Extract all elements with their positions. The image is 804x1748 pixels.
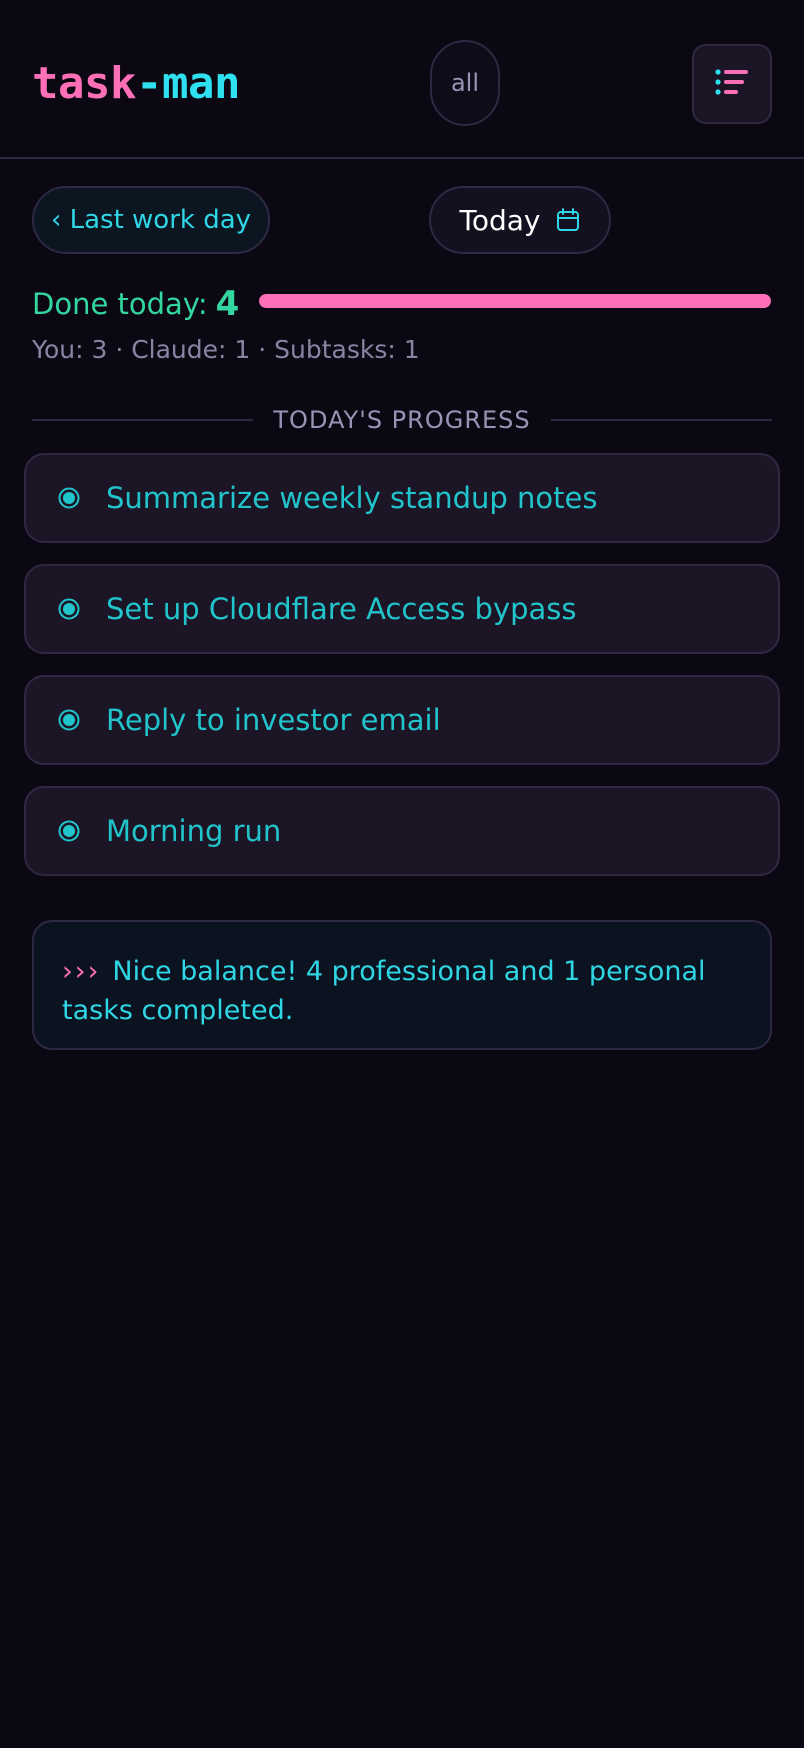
menu-button[interactable] [692, 44, 772, 124]
done-radio-icon [58, 487, 80, 509]
filter-toggle-button[interactable]: all [430, 40, 500, 126]
divider-line-right [550, 419, 773, 421]
daily-progress-bar [259, 294, 771, 308]
menu-list-icon [715, 68, 749, 100]
calendar-icon [557, 208, 580, 231]
done-radio-icon [58, 598, 80, 620]
filter-label: all [450, 69, 480, 97]
task-item[interactable]: Summarize weekly standup notes [24, 453, 780, 543]
insight-card: ››› Nice balance! 4 professional and 1 pe… [32, 920, 772, 1050]
divider-line-left [32, 419, 254, 421]
today-label: Today [459, 203, 541, 237]
task-label: Reply to investor email [106, 703, 441, 737]
section-divider: TODAY'S PROGRESS [32, 400, 773, 440]
app-logo[interactable]: task-man [32, 52, 240, 116]
insight-text: Nice balance! 4 professional and 1 perso… [62, 956, 706, 1026]
done-today-summary: Done today: 4 [32, 280, 239, 328]
task-label: Set up Cloudflare Access bypass [106, 592, 577, 626]
logo-part-task: task [32, 58, 136, 109]
last-work-day-button[interactable]: ‹ Last work day [32, 186, 270, 254]
daily-progress-fill [259, 294, 771, 308]
task-item[interactable]: Morning run [24, 786, 780, 876]
task-label: Summarize weekly standup notes [106, 481, 598, 515]
done-today-count: 4 [215, 284, 240, 324]
today-button[interactable]: Today [429, 186, 611, 254]
section-title: TODAY'S PROGRESS [273, 406, 531, 434]
task-label: Morning run [106, 814, 282, 848]
task-item[interactable]: Set up Cloudflare Access bypass [24, 564, 780, 654]
logo-part-man: -man [135, 58, 240, 109]
done-today-label: Done today: [32, 287, 208, 321]
done-radio-icon [58, 820, 80, 842]
app-header: task-man all [0, 0, 804, 159]
done-radio-icon [58, 709, 80, 731]
done-breakdown: You: 3 · Claude: 1 · Subtasks: 1 [32, 335, 420, 364]
task-item[interactable]: Reply to investor email [24, 675, 780, 765]
last-work-day-label: ‹ Last work day [50, 205, 252, 235]
insight-prompt-icon: ››› [62, 956, 101, 987]
